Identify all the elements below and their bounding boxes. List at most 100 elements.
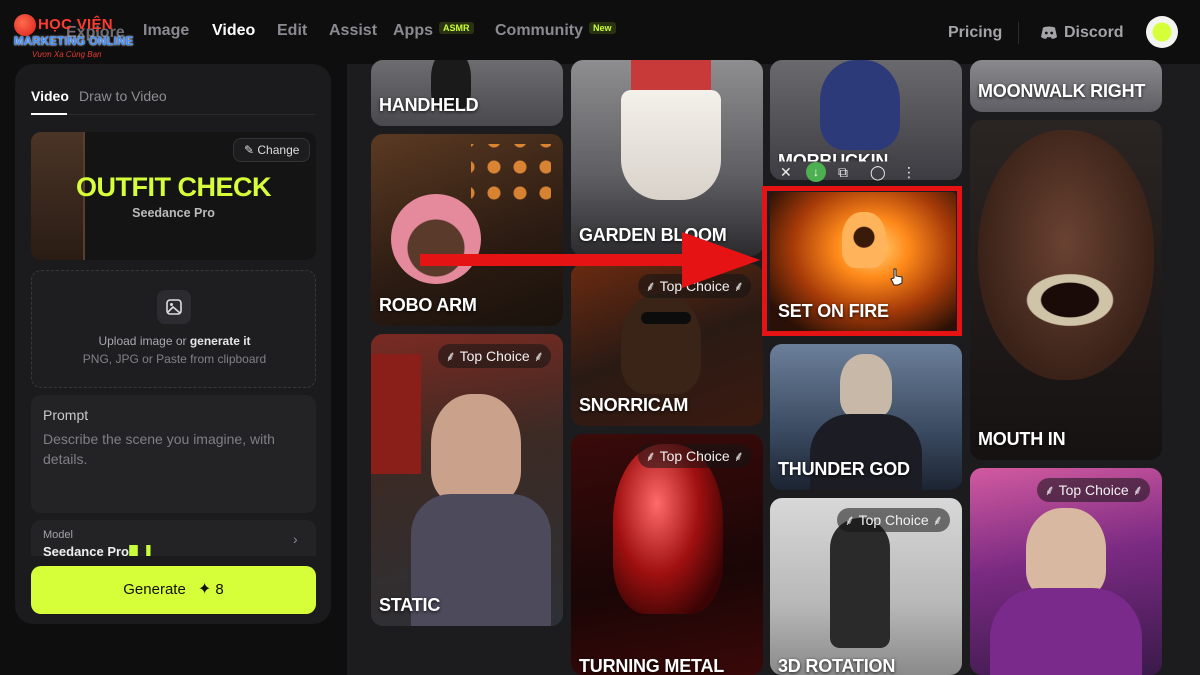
card-figure — [613, 444, 723, 614]
top-choice-label: Top Choice — [459, 348, 530, 364]
top-choice-badge: ⸙ Top Choice ⸙ — [837, 508, 950, 532]
card-title: TURNING METAL — [579, 656, 725, 675]
laurel-icon: ⸙ — [445, 348, 460, 364]
effect-card-thunder-god[interactable]: THUNDER GOD — [770, 344, 962, 490]
effect-card-robo-arm[interactable]: ROBO ARM — [371, 134, 563, 326]
model-selector[interactable]: Model Seedance Pro ▐▌▐ › — [31, 520, 316, 556]
laurel-icon: ⸙ — [1128, 482, 1143, 498]
tab-video[interactable]: Video — [31, 88, 69, 104]
laurel-icon: ⸙ — [645, 448, 660, 464]
laurel-icon: ⸙ — [844, 512, 859, 528]
mouth-image — [1020, 270, 1120, 330]
effect-title: OUTFIT CHECK — [76, 172, 271, 202]
chevron-right-icon: › — [293, 531, 298, 547]
image-upload-icon — [157, 290, 191, 324]
sunglasses-image — [641, 312, 691, 324]
top-choice-badge: ⸙ Top Choice ⸙ — [1037, 478, 1150, 502]
user-avatar[interactable] — [1146, 16, 1178, 48]
effect-card-turning-metal[interactable]: ⸙ Top Choice ⸙ TURNING METAL — [571, 434, 763, 675]
upload-instruction-text: Upload image or — [98, 334, 190, 348]
logo-line1: HỌC VIỆN — [38, 16, 113, 33]
effect-card-handheld[interactable]: HANDHELD — [371, 60, 563, 126]
card-figure — [978, 130, 1154, 380]
generator-panel: Video Draw to Video OUTFIT CHECK Seedanc… — [15, 64, 331, 624]
highlight-box — [762, 186, 962, 336]
active-tab-indicator — [31, 113, 67, 115]
lightbulb-icon[interactable]: ◯ — [870, 164, 886, 181]
top-choice-label: Top Choice — [858, 512, 929, 528]
card-title: THUNDER GOD — [778, 459, 910, 479]
nav-pricing[interactable]: Pricing — [948, 24, 1002, 42]
annotation-arrow-icon — [420, 232, 760, 288]
effect-model-name: Seedance Pro — [132, 206, 215, 220]
lanterns-image — [471, 144, 551, 204]
close-icon[interactable]: ✕ — [780, 164, 792, 181]
nav-community-label: Community — [495, 22, 583, 39]
credit-cost: 8 — [215, 581, 224, 598]
sparkle-icon: ✦ — [197, 581, 212, 598]
laurel-icon: ⸙ — [1044, 482, 1059, 498]
top-choice-label: Top Choice — [659, 448, 730, 464]
laurel-icon: ⸙ — [729, 448, 744, 464]
card-figure — [621, 294, 701, 394]
card-figure — [1026, 508, 1106, 598]
nav-apps[interactable]: Apps ASMR — [393, 22, 474, 40]
card-figure-body — [990, 588, 1142, 675]
top-choice-badge: ⸙ Top Choice ⸙ — [438, 344, 551, 368]
nav-image[interactable]: Image — [143, 22, 189, 40]
nav-discord[interactable]: Discord — [1040, 24, 1124, 42]
change-label: Change — [257, 143, 300, 157]
change-effect-button[interactable]: ✎ Change — [233, 138, 311, 162]
card-figure — [840, 354, 892, 418]
upload-formats: PNG, JPG or Paste from clipboard — [82, 352, 267, 366]
generate-label: Generate — [123, 581, 186, 598]
logo-mark-icon — [14, 14, 36, 36]
laurel-icon: ⸙ — [928, 512, 943, 528]
card-figure — [820, 60, 900, 150]
card-title: MOONWALK RIGHT — [978, 81, 1146, 101]
effect-card-garden-bloom[interactable]: GARDEN BLOOM — [571, 60, 763, 256]
nav-video[interactable]: Video — [212, 22, 255, 40]
logo-line2: MARKETING ONLINE — [14, 36, 134, 48]
picture-in-picture-icon[interactable]: ⧉ — [838, 164, 848, 181]
sign-image — [371, 354, 421, 474]
top-choice-badge: ⸙ Top Choice ⸙ — [638, 444, 751, 468]
effect-card-snorricam[interactable]: ⸙ Top Choice ⸙ SNORRICAM — [571, 264, 763, 426]
effect-card-moonwalk-right[interactable]: MOONWALK RIGHT — [970, 60, 1162, 112]
discord-icon — [1041, 26, 1057, 39]
prompt-label: Prompt — [43, 407, 89, 423]
card-title: STATIC — [379, 595, 441, 615]
generate-button[interactable]: Generate ✦ 8 — [31, 566, 316, 614]
nav-apps-label: Apps — [393, 22, 433, 39]
model-value: Seedance Pro — [43, 544, 129, 556]
model-label: Model — [43, 529, 73, 541]
top-choice-label: Top Choice — [1058, 482, 1129, 498]
more-options-icon[interactable]: ⋮ — [902, 164, 916, 181]
card-figure — [431, 394, 521, 504]
tab-draw-to-video[interactable]: Draw to Video — [79, 88, 167, 104]
generate-it-link[interactable]: generate it — [190, 334, 251, 348]
tab-divider — [31, 114, 315, 115]
effect-card-3d-rotation[interactable]: ⸙ Top Choice ⸙ 3D ROTATION — [770, 498, 962, 675]
card-figure — [621, 90, 721, 200]
nav-community[interactable]: Community New — [495, 22, 616, 40]
nav-edit[interactable]: Edit — [277, 22, 307, 40]
card-title: ROBO ARM — [379, 295, 477, 315]
nav-assist[interactable]: Assist — [329, 22, 377, 40]
upload-instruction: Upload image or generate it — [32, 334, 317, 348]
asmr-badge: ASMR — [439, 22, 474, 34]
prompt-input[interactable]: Describe the scene you imagine, with det… — [43, 429, 293, 469]
nav-discord-label: Discord — [1064, 24, 1124, 41]
card-action-toolbar: ✕ ↓ ⧉ ◯ ⋮ — [776, 160, 922, 186]
new-badge: New — [589, 22, 616, 34]
card-title: MOUTH IN — [978, 429, 1066, 449]
prompt-box[interactable]: Prompt Describe the scene you imagine, w… — [31, 395, 316, 513]
card-title: 3D ROTATION — [778, 656, 896, 675]
download-icon[interactable]: ↓ — [806, 162, 826, 182]
top-bar: Explore HỌC VIỆN MARKETING ONLINE Vươn X… — [0, 0, 1200, 64]
card-title: SNORRICAM — [579, 395, 689, 415]
upload-dropzone[interactable]: Upload image or generate it PNG, JPG or … — [31, 270, 316, 388]
effect-card-hoodie[interactable]: ⸙ Top Choice ⸙ — [970, 468, 1162, 675]
effect-card-mouth-in[interactable]: MOUTH IN — [970, 120, 1162, 460]
effect-card-static[interactable]: ⸙ Top Choice ⸙ STATIC — [371, 334, 563, 626]
